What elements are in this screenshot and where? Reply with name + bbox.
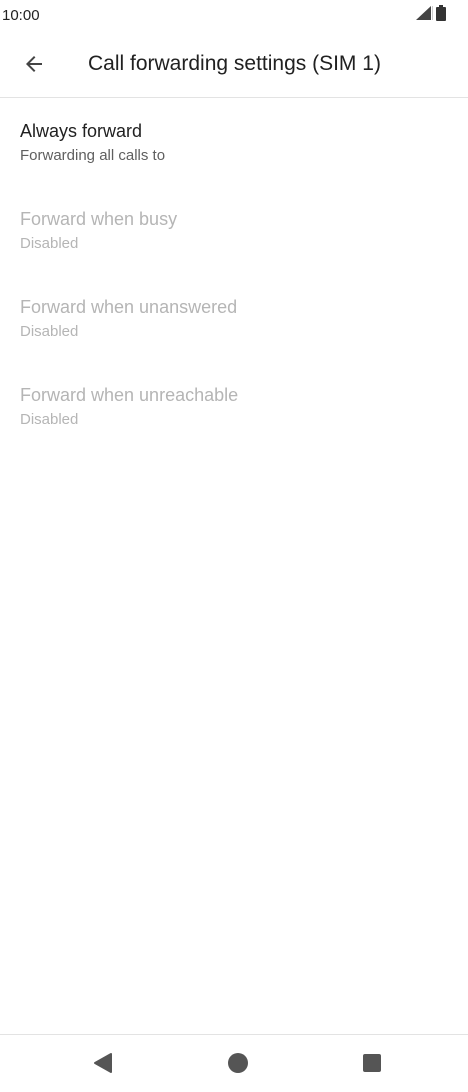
pref-summary: Disabled (20, 235, 79, 252)
app-bar: Call forwarding settings (SIM 1) (0, 32, 468, 98)
page-title: Call forwarding settings (SIM 1) (88, 52, 381, 75)
preference-list: Always forward Forwarding all calls to F… (0, 99, 468, 451)
navigation-bar (0, 1034, 468, 1092)
pref-title: Forward when unreachable (20, 385, 239, 405)
pref-title: Always forward (20, 121, 143, 141)
nav-recents-icon (362, 1053, 382, 1078)
nav-back-icon (92, 1052, 114, 1079)
screen: 10:00 Call forwarding settings (SIM 1) A… (0, 0, 468, 1092)
signal-icon (415, 5, 433, 26)
pref-title: Forward when unanswered (20, 297, 238, 317)
arrow-back-icon (22, 52, 46, 81)
nav-home-icon (227, 1052, 249, 1079)
pref-summary: Forwarding all calls to (20, 147, 166, 164)
nav-recents-button[interactable] (356, 1049, 388, 1081)
pref-title: Forward when busy (20, 209, 178, 229)
pref-forward-when-unanswered: Forward when unanswered Disabled (0, 275, 468, 363)
pref-forward-when-busy: Forward when busy Disabled (0, 187, 468, 275)
pref-always-forward[interactable]: Always forward Forwarding all calls to (0, 99, 468, 187)
pref-forward-when-unreachable: Forward when unreachable Disabled (0, 363, 468, 451)
status-icons (415, 4, 446, 26)
nav-home-button[interactable] (222, 1049, 254, 1081)
status-time: 10:00 (2, 7, 40, 24)
battery-icon (436, 4, 446, 26)
status-bar: 10:00 (0, 0, 468, 32)
nav-back-button[interactable] (87, 1049, 119, 1081)
pref-summary: Disabled (20, 323, 79, 340)
pref-summary: Disabled (20, 411, 79, 428)
back-button[interactable] (14, 46, 54, 86)
